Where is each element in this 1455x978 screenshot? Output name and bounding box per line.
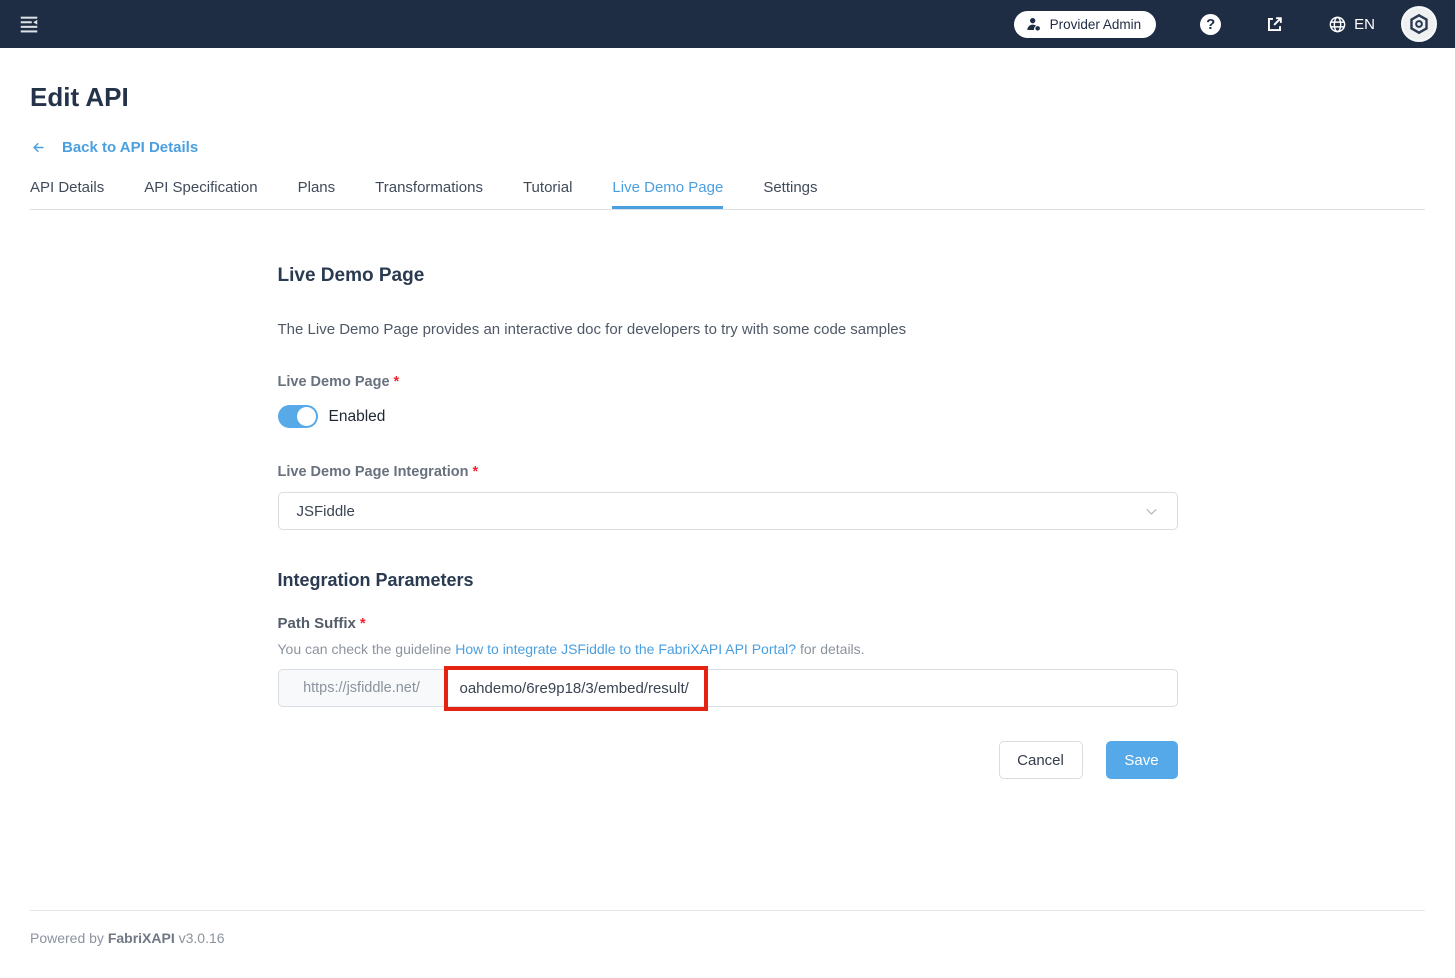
tab-api-specification[interactable]: API Specification (144, 179, 257, 209)
menu-fold-icon (20, 16, 38, 33)
brand-logo-icon (1410, 13, 1428, 35)
live-demo-page-label: Live Demo Page * (277, 374, 400, 390)
form-actions: Cancel Save (278, 741, 1178, 779)
path-suffix-label: Path Suffix * (277, 615, 366, 632)
live-demo-toggle-row: Enabled (277, 405, 1178, 428)
powered-by-text: Powered by (30, 930, 108, 946)
toggle-state-label: Enabled (328, 407, 386, 425)
tab-plans[interactable]: Plans (298, 179, 336, 209)
tab-api-details[interactable]: API Details (30, 179, 104, 209)
api-edit-tabs: API Details API Specification Plans Tran… (30, 179, 1425, 210)
chevron-down-icon (1146, 508, 1156, 515)
provider-admin-button[interactable]: Provider Admin (1013, 10, 1157, 38)
integration-label: Live Demo Page Integration * (277, 464, 479, 480)
path-suffix-input-group: https://jsfiddle.net/ (277, 666, 1178, 711)
required-asterisk: * (359, 615, 366, 632)
page-title: Edit API (30, 82, 129, 112)
section-description: The Live Demo Page provides an interacti… (277, 321, 907, 338)
live-demo-toggle[interactable] (277, 405, 318, 428)
help-icon: ? (1200, 13, 1222, 35)
tab-settings[interactable]: Settings (763, 179, 817, 209)
save-button[interactable]: Save (1105, 741, 1178, 779)
required-asterisk: * (393, 374, 400, 390)
version-label: v3.0.16 (174, 930, 225, 946)
integration-select[interactable]: JSFiddle (277, 492, 1178, 530)
path-suffix-hint: You can check the guideline How to integ… (277, 641, 865, 657)
integration-selected-value: JSFiddle (296, 502, 355, 520)
tab-tutorial[interactable]: Tutorial (523, 179, 572, 209)
integration-parameters-title: Integration Parameters (277, 570, 474, 590)
toggle-knob (296, 407, 316, 426)
back-to-api-details-link[interactable]: Back to API Details (30, 139, 198, 156)
url-prefix-addon: https://jsfiddle.net/ (278, 670, 446, 706)
menu-fold-button[interactable] (14, 9, 44, 39)
topbar: Provider Admin ? EN (0, 0, 1455, 48)
tab-live-demo-page[interactable]: Live Demo Page (612, 179, 724, 209)
brand-name: FabriXAPI (107, 930, 175, 946)
back-arrow-icon (33, 143, 44, 152)
open-portal-button[interactable] (1265, 15, 1284, 34)
path-suffix-input[interactable] (445, 670, 1177, 706)
account-avatar[interactable] (1401, 6, 1437, 42)
back-link-label: Back to API Details (62, 139, 199, 156)
cancel-button[interactable]: Cancel (998, 741, 1083, 779)
provider-admin-label: Provider Admin (1049, 16, 1142, 32)
user-switch-icon (1026, 18, 1040, 31)
topbar-actions: Provider Admin ? EN (1013, 6, 1437, 42)
tab-transformations[interactable]: Transformations (375, 179, 483, 209)
globe-icon (1329, 16, 1346, 32)
guideline-link[interactable]: How to integrate JSFiddle to the FabriXA… (455, 641, 796, 657)
section-title: Live Demo Page (277, 265, 425, 286)
required-asterisk: * (472, 464, 479, 480)
language-selector[interactable]: EN (1328, 15, 1375, 34)
language-label: EN (1354, 15, 1375, 33)
help-button[interactable]: ? (1200, 13, 1222, 35)
external-link-icon (1268, 16, 1282, 31)
footer: Powered by FabriXAPI v3.0.16 (30, 910, 1425, 946)
live-demo-form: Live Demo Page The Live Demo Page provid… (277, 265, 1178, 779)
